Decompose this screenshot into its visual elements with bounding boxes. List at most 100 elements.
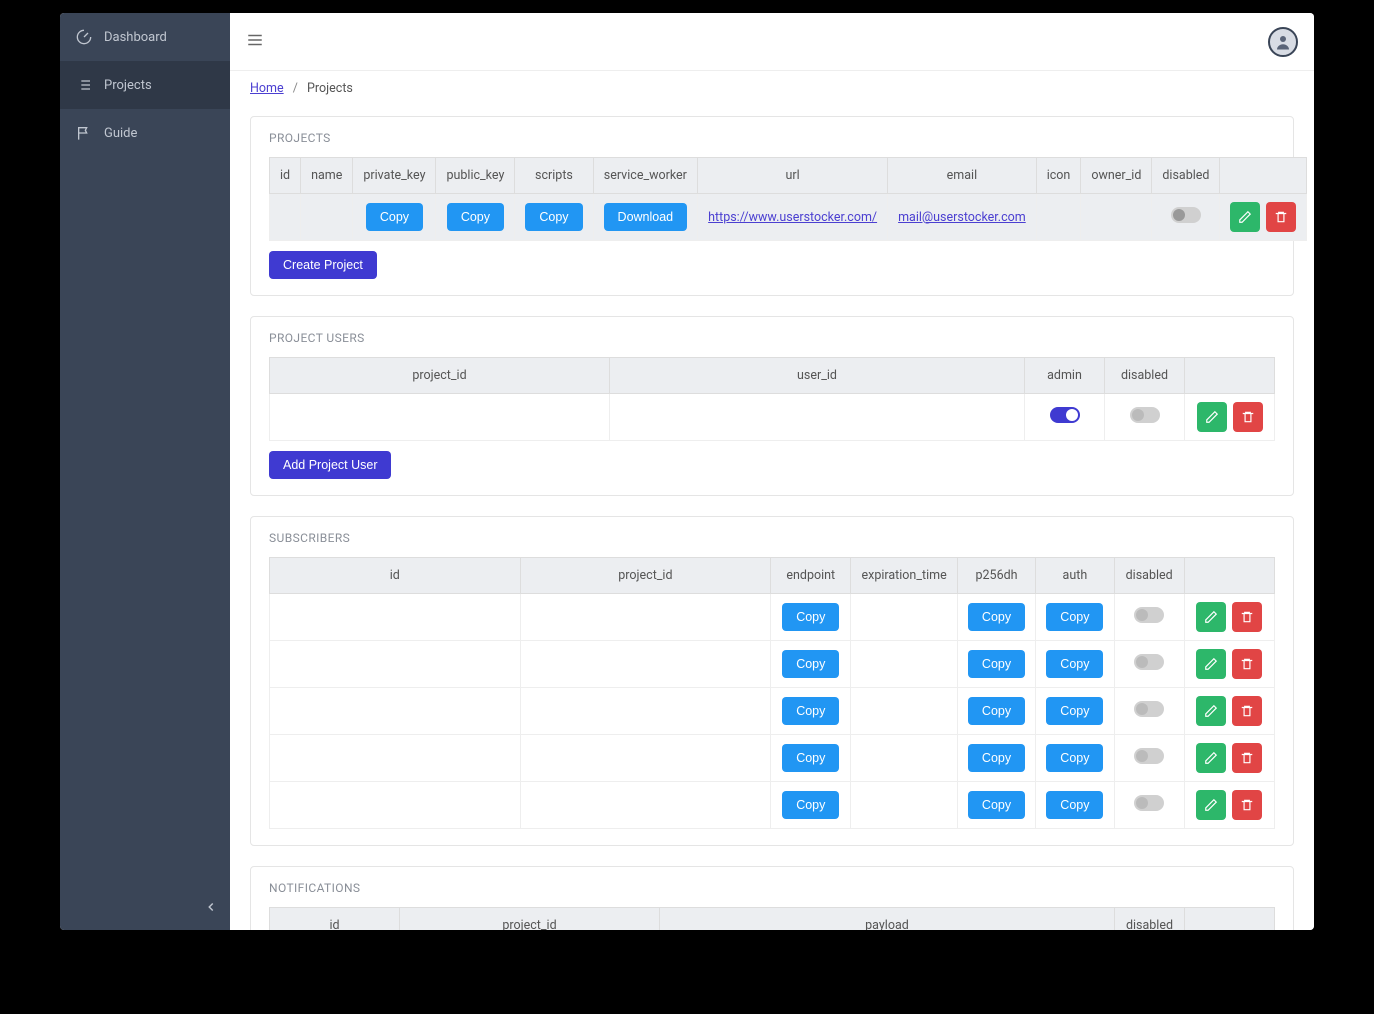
table-row: Copy Copy Copy: [270, 594, 1275, 641]
col-disabled: disabled: [1114, 558, 1184, 594]
col-actions: [1184, 558, 1274, 594]
breadcrumb-home[interactable]: Home: [250, 81, 284, 96]
col-endpoint: endpoint: [771, 558, 851, 594]
disabled-toggle[interactable]: [1171, 207, 1201, 223]
admin-toggle[interactable]: [1050, 407, 1080, 423]
project-users-table: project_id user_id admin disabled: [269, 357, 1275, 441]
col-url: url: [698, 158, 888, 194]
copy-button[interactable]: Copy: [1046, 697, 1103, 725]
flag-icon: [76, 125, 92, 141]
disabled-toggle[interactable]: [1134, 748, 1164, 764]
sidebar-item-projects[interactable]: Projects: [60, 61, 230, 109]
copy-button[interactable]: Copy: [782, 603, 839, 631]
col-email: email: [888, 158, 1037, 194]
subscribers-card: SUBSCRIBERS id project_id endpoint expir…: [250, 516, 1294, 846]
col-icon: icon: [1036, 158, 1081, 194]
table-row: Copy Copy Copy Download https://www.user…: [270, 194, 1307, 241]
copy-button[interactable]: Copy: [968, 791, 1025, 819]
copy-button[interactable]: Copy: [782, 697, 839, 725]
topbar: [230, 13, 1314, 71]
edit-button[interactable]: [1196, 602, 1226, 632]
avatar[interactable]: [1268, 27, 1298, 57]
project-url-link[interactable]: https://www.userstocker.com/: [708, 210, 877, 225]
col-project-id: project_id: [270, 358, 610, 394]
menu-icon[interactable]: [246, 31, 264, 53]
copy-button[interactable]: Copy: [1046, 791, 1103, 819]
copy-button[interactable]: Copy: [968, 697, 1025, 725]
col-p256dh: p256dh: [957, 558, 1035, 594]
sidebar: Dashboard Projects Guide: [60, 13, 230, 930]
col-disabled: disabled: [1152, 158, 1220, 194]
delete-button[interactable]: [1232, 696, 1262, 726]
col-id: id: [270, 558, 521, 594]
delete-button[interactable]: [1232, 790, 1262, 820]
copy-button[interactable]: Copy: [447, 203, 504, 231]
sidebar-item-label: Projects: [104, 78, 152, 93]
projects-table: id name private_key public_key scripts s…: [269, 157, 1307, 241]
delete-button[interactable]: [1233, 402, 1263, 432]
copy-button[interactable]: Copy: [968, 744, 1025, 772]
breadcrumb: Home / Projects: [230, 71, 1314, 106]
edit-button[interactable]: [1196, 743, 1226, 773]
table-row: Copy Copy Copy: [270, 688, 1275, 735]
breadcrumb-current: Projects: [307, 81, 353, 96]
col-actions: [1220, 158, 1307, 194]
col-actions: [1185, 358, 1275, 394]
col-scripts: scripts: [515, 158, 593, 194]
card-title: SUBSCRIBERS: [269, 531, 1275, 545]
disabled-toggle[interactable]: [1134, 701, 1164, 717]
col-private-key: private_key: [353, 158, 436, 194]
col-payload: payload: [660, 908, 1115, 931]
col-service-worker: service_worker: [593, 158, 698, 194]
col-actions: [1185, 908, 1275, 931]
table-row: [270, 394, 1275, 441]
edit-button[interactable]: [1196, 649, 1226, 679]
copy-button[interactable]: Copy: [782, 650, 839, 678]
copy-button[interactable]: Copy: [782, 791, 839, 819]
delete-button[interactable]: [1232, 649, 1262, 679]
card-title: NOTIFICATIONS: [269, 881, 1275, 895]
col-id: id: [270, 908, 400, 931]
disabled-toggle[interactable]: [1134, 654, 1164, 670]
table-row: Copy Copy Copy: [270, 735, 1275, 782]
delete-button[interactable]: [1232, 743, 1262, 773]
create-project-button[interactable]: Create Project: [269, 251, 377, 279]
copy-button[interactable]: Copy: [1046, 603, 1103, 631]
col-admin: admin: [1025, 358, 1105, 394]
copy-button[interactable]: Copy: [1046, 744, 1103, 772]
projects-card: PROJECTS id name private_key public_key …: [250, 116, 1294, 296]
disabled-toggle[interactable]: [1134, 607, 1164, 623]
card-title: PROJECTS: [269, 131, 1275, 145]
col-disabled: disabled: [1105, 358, 1185, 394]
delete-button[interactable]: [1232, 602, 1262, 632]
edit-button[interactable]: [1196, 790, 1226, 820]
disabled-toggle[interactable]: [1134, 795, 1164, 811]
copy-button[interactable]: Copy: [782, 744, 839, 772]
edit-button[interactable]: [1196, 696, 1226, 726]
col-project-id: project_id: [520, 558, 771, 594]
download-button[interactable]: Download: [604, 203, 688, 231]
table-row: Copy Copy Copy: [270, 641, 1275, 688]
gauge-icon: [76, 29, 92, 45]
col-id: id: [270, 158, 301, 194]
sidebar-item-dashboard[interactable]: Dashboard: [60, 13, 230, 61]
edit-button[interactable]: [1230, 202, 1260, 232]
notifications-table: id project_id payload disabled { "title"…: [269, 907, 1275, 930]
subscribers-table: id project_id endpoint expiration_time p…: [269, 557, 1275, 829]
disabled-toggle[interactable]: [1130, 407, 1160, 423]
copy-button[interactable]: Copy: [968, 650, 1025, 678]
chevron-left-icon[interactable]: [204, 899, 218, 918]
delete-button[interactable]: [1266, 202, 1296, 232]
copy-button[interactable]: Copy: [968, 603, 1025, 631]
col-owner-id: owner_id: [1081, 158, 1152, 194]
edit-button[interactable]: [1197, 402, 1227, 432]
copy-button[interactable]: Copy: [366, 203, 423, 231]
copy-button[interactable]: Copy: [525, 203, 582, 231]
project-email-link[interactable]: mail@userstocker.com: [898, 210, 1026, 225]
col-expiration-time: expiration_time: [851, 558, 957, 594]
project-users-card: PROJECT USERS project_id user_id admin d…: [250, 316, 1294, 496]
add-project-user-button[interactable]: Add Project User: [269, 451, 391, 479]
sidebar-item-label: Guide: [104, 126, 137, 141]
copy-button[interactable]: Copy: [1046, 650, 1103, 678]
sidebar-item-guide[interactable]: Guide: [60, 109, 230, 157]
